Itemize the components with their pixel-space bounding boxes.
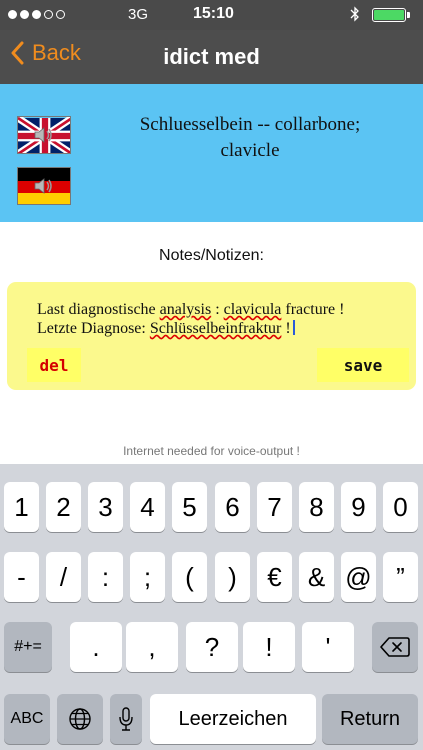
key-comma[interactable]: , [126, 622, 178, 672]
term-line-2: clavicle [220, 140, 280, 161]
navigation-bar: Back idict med [0, 30, 423, 84]
space-key[interactable]: Leerzeichen [150, 694, 316, 744]
delete-button[interactable]: del [27, 348, 81, 382]
key-slash[interactable]: / [46, 552, 81, 602]
key-more-symbols[interactable]: #+= [4, 622, 52, 672]
battery-icon [372, 8, 406, 22]
term-line-1: Schluesselbein -- collarbone; [139, 114, 361, 135]
notes-text[interactable]: Last diagnostische analysis : clavicula … [37, 300, 407, 338]
key-9[interactable]: 9 [341, 482, 376, 532]
term-translation: Schluesselbein -- collarbone; clavicle [100, 112, 400, 164]
status-time: 15:10 [193, 5, 234, 22]
key-exclamation[interactable]: ! [243, 622, 295, 672]
key-colon[interactable]: : [88, 552, 123, 602]
bluetooth-icon [350, 5, 360, 27]
key-open-paren[interactable]: ( [172, 552, 207, 602]
notes-editor[interactable]: Last diagnostische analysis : clavicula … [7, 282, 416, 390]
globe-icon[interactable] [57, 694, 103, 744]
key-5[interactable]: 5 [172, 482, 207, 532]
key-apostrophe[interactable]: ' [302, 622, 354, 672]
key-ampersand[interactable]: & [299, 552, 334, 602]
carrier-label: 3G [128, 6, 149, 23]
key-semicolon[interactable]: ; [130, 552, 165, 602]
microphone-icon[interactable] [110, 694, 142, 744]
keyboard: 1 2 3 4 5 6 7 8 9 0 - / : ; ( ) € & @ ” … [0, 464, 423, 750]
save-button[interactable]: save [317, 348, 409, 382]
notes-line-2: Letzte Diagnose: Schlüsselbeinfraktur ! [37, 319, 407, 338]
key-abc[interactable]: ABC [4, 694, 50, 744]
term-panel: Schluesselbein -- collarbone; clavicle [0, 84, 423, 222]
key-3[interactable]: 3 [88, 482, 123, 532]
key-close-paren[interactable]: ) [215, 552, 250, 602]
key-0[interactable]: 0 [383, 482, 418, 532]
key-period[interactable]: . [70, 622, 122, 672]
return-key[interactable]: Return [322, 694, 418, 744]
key-1[interactable]: 1 [4, 482, 39, 532]
key-quote[interactable]: ” [383, 552, 418, 602]
battery-tip [407, 12, 410, 18]
key-8[interactable]: 8 [299, 482, 334, 532]
page-title: idict med [163, 44, 260, 69]
key-hyphen[interactable]: - [4, 552, 39, 602]
key-6[interactable]: 6 [215, 482, 250, 532]
notes-line-1: Last diagnostische analysis : clavicula … [37, 301, 345, 318]
key-at[interactable]: @ [341, 552, 376, 602]
notes-label: Notes/Notizen: [159, 247, 264, 264]
status-bar: 3G 15:10 [0, 0, 423, 30]
key-euro[interactable]: € [257, 552, 292, 602]
text-cursor [292, 320, 295, 335]
key-7[interactable]: 7 [257, 482, 292, 532]
voice-output-hint: Internet needed for voice-output ! [123, 444, 300, 458]
backspace-icon[interactable] [372, 622, 418, 672]
key-4[interactable]: 4 [130, 482, 165, 532]
key-question[interactable]: ? [186, 622, 238, 672]
uk-flag-speaker-icon[interactable] [17, 116, 71, 154]
german-flag-speaker-icon[interactable] [17, 167, 71, 205]
key-2[interactable]: 2 [46, 482, 81, 532]
signal-strength-icon [8, 10, 65, 19]
